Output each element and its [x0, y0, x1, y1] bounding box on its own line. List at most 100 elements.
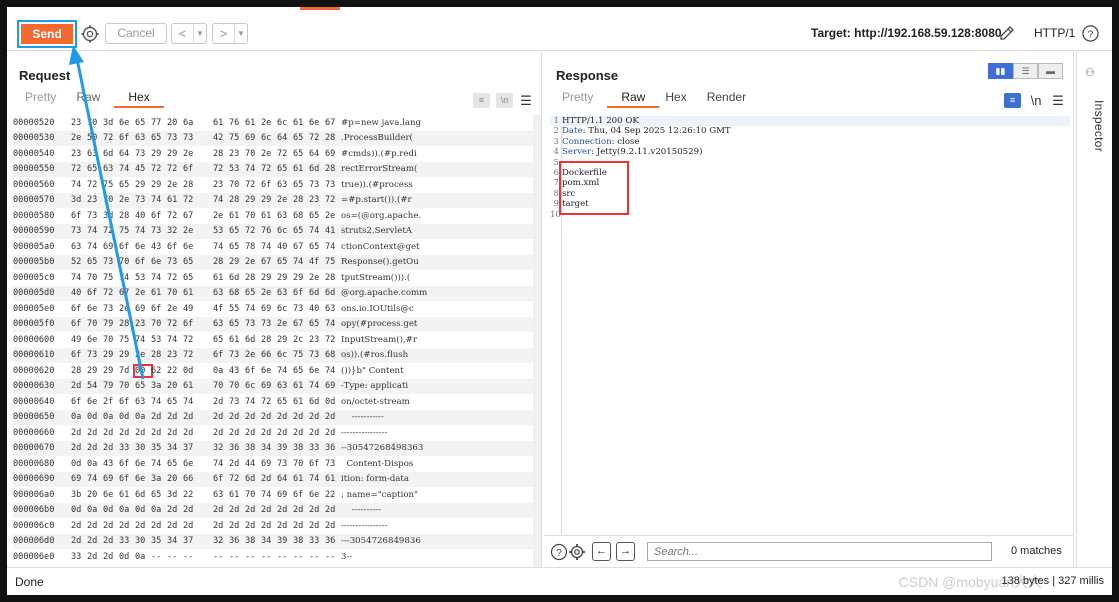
- hex-byte[interactable]: --: [229, 552, 245, 562]
- hex-byte[interactable]: 29: [135, 180, 151, 190]
- hex-byte[interactable]: 29: [151, 149, 167, 159]
- hex-byte[interactable]: 70: [229, 381, 245, 391]
- tab-raw[interactable]: Raw: [607, 90, 660, 108]
- hex-byte[interactable]: 30: [135, 536, 151, 546]
- hex-byte[interactable]: 74: [213, 242, 229, 252]
- hex-byte[interactable]: 74: [245, 304, 261, 314]
- hex-byte[interactable]: 0d: [87, 412, 103, 422]
- hex-byte[interactable]: 2d: [135, 428, 151, 438]
- hex-byte[interactable]: 62: [151, 366, 167, 376]
- hex-row[interactable]: 00000610 6f 73 29 29 2e 28 23 72 6f 73 2e 66 6c 75 73 68…: [13, 347, 533, 363]
- hex-byte[interactable]: 3d: [167, 490, 183, 500]
- hex-byte[interactable]: 72: [183, 335, 199, 345]
- hex-byte[interactable]: 39: [277, 536, 293, 546]
- hex-byte[interactable]: 6f: [151, 304, 167, 314]
- hex-byte[interactable]: 29: [261, 273, 277, 283]
- hex-byte[interactable]: 70: [151, 319, 167, 329]
- hex-byte[interactable]: 29: [245, 195, 261, 205]
- hex-byte[interactable]: 52: [71, 257, 87, 267]
- hex-byte[interactable]: 75: [103, 180, 119, 190]
- hex-byte[interactable]: 2d: [245, 428, 261, 438]
- hex-byte[interactable]: 74: [245, 397, 261, 407]
- hex-byte[interactable]: 72: [167, 273, 183, 283]
- hex-row[interactable]: 000006d0 2d 2d 2d 33 30 35 34 37 32 36 38 34 39 38 33 36…: [13, 533, 533, 549]
- hex-byte[interactable]: 63: [213, 490, 229, 500]
- hex-byte[interactable]: 36: [229, 536, 245, 546]
- hex-byte[interactable]: 28: [71, 366, 87, 376]
- hex-byte[interactable]: 33: [71, 552, 87, 562]
- hex-byte[interactable]: 70: [103, 335, 119, 345]
- hex-byte[interactable]: 75: [293, 350, 309, 360]
- hex-byte[interactable]: 74: [87, 474, 103, 484]
- hex-byte[interactable]: 70: [229, 180, 245, 190]
- hex-byte[interactable]: 74: [71, 180, 87, 190]
- hex-byte[interactable]: 78: [245, 242, 261, 252]
- hex-byte[interactable]: 2e: [245, 350, 261, 360]
- hex-byte[interactable]: 29: [261, 195, 277, 205]
- hex-byte[interactable]: 23: [213, 180, 229, 190]
- hex-byte[interactable]: 28: [293, 195, 309, 205]
- hex-byte[interactable]: 2f: [103, 397, 119, 407]
- hex-byte[interactable]: 73: [71, 226, 87, 236]
- hex-byte[interactable]: 74: [183, 397, 199, 407]
- hex-byte[interactable]: 3d: [103, 118, 119, 128]
- hex-byte[interactable]: 63: [325, 304, 341, 314]
- hex-byte[interactable]: 28: [119, 319, 135, 329]
- menu-icon[interactable]: ☰: [519, 93, 533, 108]
- hex-byte[interactable]: 70: [213, 381, 229, 391]
- hex-byte[interactable]: 2d: [277, 412, 293, 422]
- hex-byte[interactable]: 65: [213, 335, 229, 345]
- hex-byte[interactable]: 45: [135, 164, 151, 174]
- hex-byte[interactable]: --: [277, 552, 293, 562]
- hex-byte[interactable]: 33: [119, 443, 135, 453]
- hex-byte[interactable]: 63: [277, 288, 293, 298]
- hex-byte[interactable]: 38: [245, 536, 261, 546]
- hex-byte[interactable]: 69: [71, 474, 87, 484]
- hex-byte[interactable]: 32: [167, 226, 183, 236]
- hex-byte[interactable]: 28: [151, 350, 167, 360]
- hex-byte[interactable]: 40: [309, 304, 325, 314]
- hex-byte[interactable]: 0a: [135, 552, 151, 562]
- hex-byte[interactable]: --: [293, 552, 309, 562]
- hex-byte[interactable]: 2d: [183, 521, 199, 531]
- hex-byte[interactable]: 65: [229, 319, 245, 329]
- hex-byte[interactable]: 73: [87, 350, 103, 360]
- hex-byte[interactable]: 73: [103, 257, 119, 267]
- hex-byte[interactable]: 61: [213, 118, 229, 128]
- hex-byte[interactable]: 2d: [103, 536, 119, 546]
- hex-byte[interactable]: 2d: [167, 428, 183, 438]
- hex-byte[interactable]: 65: [277, 164, 293, 174]
- hex-row[interactable]: 00000550 72 65 63 74 45 72 72 6f 72 53 74 72 65 61 6d 28…: [13, 161, 533, 177]
- hex-byte[interactable]: 34: [261, 443, 277, 453]
- hex-byte[interactable]: 61: [119, 490, 135, 500]
- hex-byte[interactable]: 28: [213, 257, 229, 267]
- hex-byte[interactable]: 0a: [213, 366, 229, 376]
- hex-byte[interactable]: 2d: [245, 521, 261, 531]
- hex-byte[interactable]: 39: [277, 443, 293, 453]
- hex-byte[interactable]: 67: [261, 257, 277, 267]
- hex-byte[interactable]: 28: [183, 180, 199, 190]
- hex-row[interactable]: 00000570 3d 23 70 2e 73 74 61 72 74 28 29 29 2e 28 23 72…: [13, 192, 533, 208]
- hex-byte[interactable]: 2d: [213, 397, 229, 407]
- hex-byte[interactable]: 6a: [183, 118, 199, 128]
- hex-byte[interactable]: 34: [167, 536, 183, 546]
- hex-byte[interactable]: 6f: [71, 211, 87, 221]
- hex-byte[interactable]: 2d: [183, 412, 199, 422]
- pretty-print-icon[interactable]: ≡: [1004, 93, 1021, 108]
- hex-byte[interactable]: 6e: [183, 459, 199, 469]
- hex-byte[interactable]: 2d: [277, 428, 293, 438]
- hex-byte[interactable]: 70: [119, 381, 135, 391]
- hex-byte[interactable]: 40: [135, 211, 151, 221]
- hex-byte[interactable]: 66: [261, 350, 277, 360]
- hex-byte[interactable]: 64: [309, 149, 325, 159]
- hex-byte[interactable]: 65: [309, 211, 325, 221]
- hex-byte[interactable]: 38: [293, 443, 309, 453]
- hex-byte[interactable]: 6f: [135, 257, 151, 267]
- hex-byte[interactable]: 6d: [309, 397, 325, 407]
- hex-byte[interactable]: 74: [71, 273, 87, 283]
- hex-byte[interactable]: 61: [151, 288, 167, 298]
- hex-byte[interactable]: 65: [245, 288, 261, 298]
- hex-byte[interactable]: 28: [325, 164, 341, 174]
- hex-byte[interactable]: 73: [309, 350, 325, 360]
- hex-byte[interactable]: 6f: [71, 350, 87, 360]
